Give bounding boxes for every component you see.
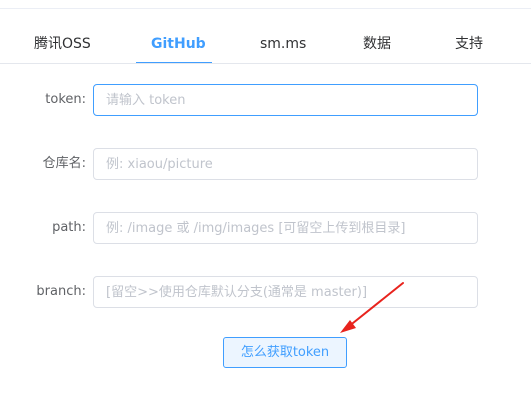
tab-tencent-oss[interactable]: 腾讯OSS [34, 24, 91, 64]
form-row-token: token: [0, 84, 531, 116]
form-row-repo: 仓库名: [0, 148, 531, 180]
token-label: token: [45, 92, 86, 107]
form-row-branch: branch: [0, 276, 531, 308]
branch-label: branch: [36, 284, 86, 299]
top-divider [0, 8, 531, 9]
tab-bar-divider [0, 63, 531, 64]
tab-github[interactable]: GitHub [151, 24, 206, 64]
path-label: path: [52, 220, 86, 235]
tab-data[interactable]: 数据 [363, 24, 391, 64]
path-input[interactable] [93, 212, 478, 244]
tab-support[interactable]: 支持 [455, 24, 483, 64]
token-input[interactable] [93, 84, 478, 116]
branch-input[interactable] [93, 276, 478, 308]
form-row-path: path: [0, 212, 531, 244]
repo-input[interactable] [93, 148, 478, 180]
repo-label: 仓库名: [42, 156, 86, 171]
how-to-get-token-button[interactable]: 怎么获取token [223, 337, 347, 368]
tab-smms[interactable]: sm.ms [260, 24, 306, 64]
github-settings-panel: 腾讯OSS GitHub sm.ms 数据 支持 token: 仓库名: pat… [0, 0, 531, 401]
tab-bar: 腾讯OSS GitHub sm.ms 数据 支持 [0, 24, 531, 64]
